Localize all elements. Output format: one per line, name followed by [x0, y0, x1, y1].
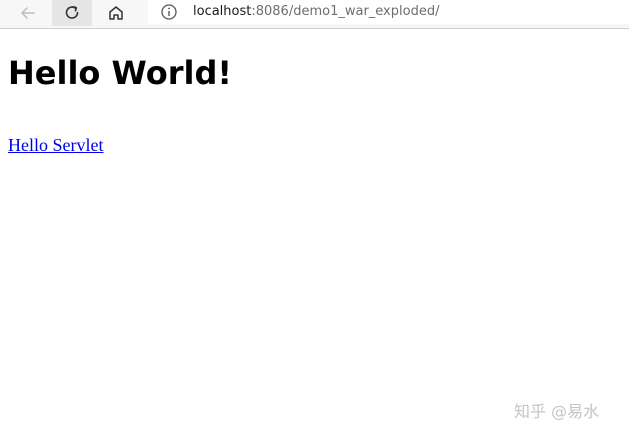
arrow-left-icon	[21, 7, 35, 19]
url-text[interactable]: localhost:8086/demo1_war_exploded/	[193, 3, 439, 21]
watermark-text: 知乎 @易水	[514, 402, 600, 421]
browser-toolbar: localhost:8086/demo1_war_exploded/	[0, 0, 629, 29]
info-icon[interactable]	[160, 3, 178, 21]
home-icon	[109, 6, 123, 20]
back-button[interactable]	[8, 0, 48, 26]
page-heading: Hello World!	[8, 54, 232, 92]
hello-servlet-link[interactable]: Hello Servlet	[8, 134, 103, 156]
reload-button[interactable]	[52, 0, 92, 26]
page-content: Hello World! Hello Servlet	[8, 31, 232, 156]
home-button[interactable]	[96, 0, 136, 26]
url-host: localhost	[193, 4, 252, 19]
url-path: :8086/demo1_war_exploded/	[251, 4, 440, 19]
address-bar[interactable]: localhost:8086/demo1_war_exploded/	[148, 0, 629, 24]
reload-icon	[65, 6, 79, 19]
